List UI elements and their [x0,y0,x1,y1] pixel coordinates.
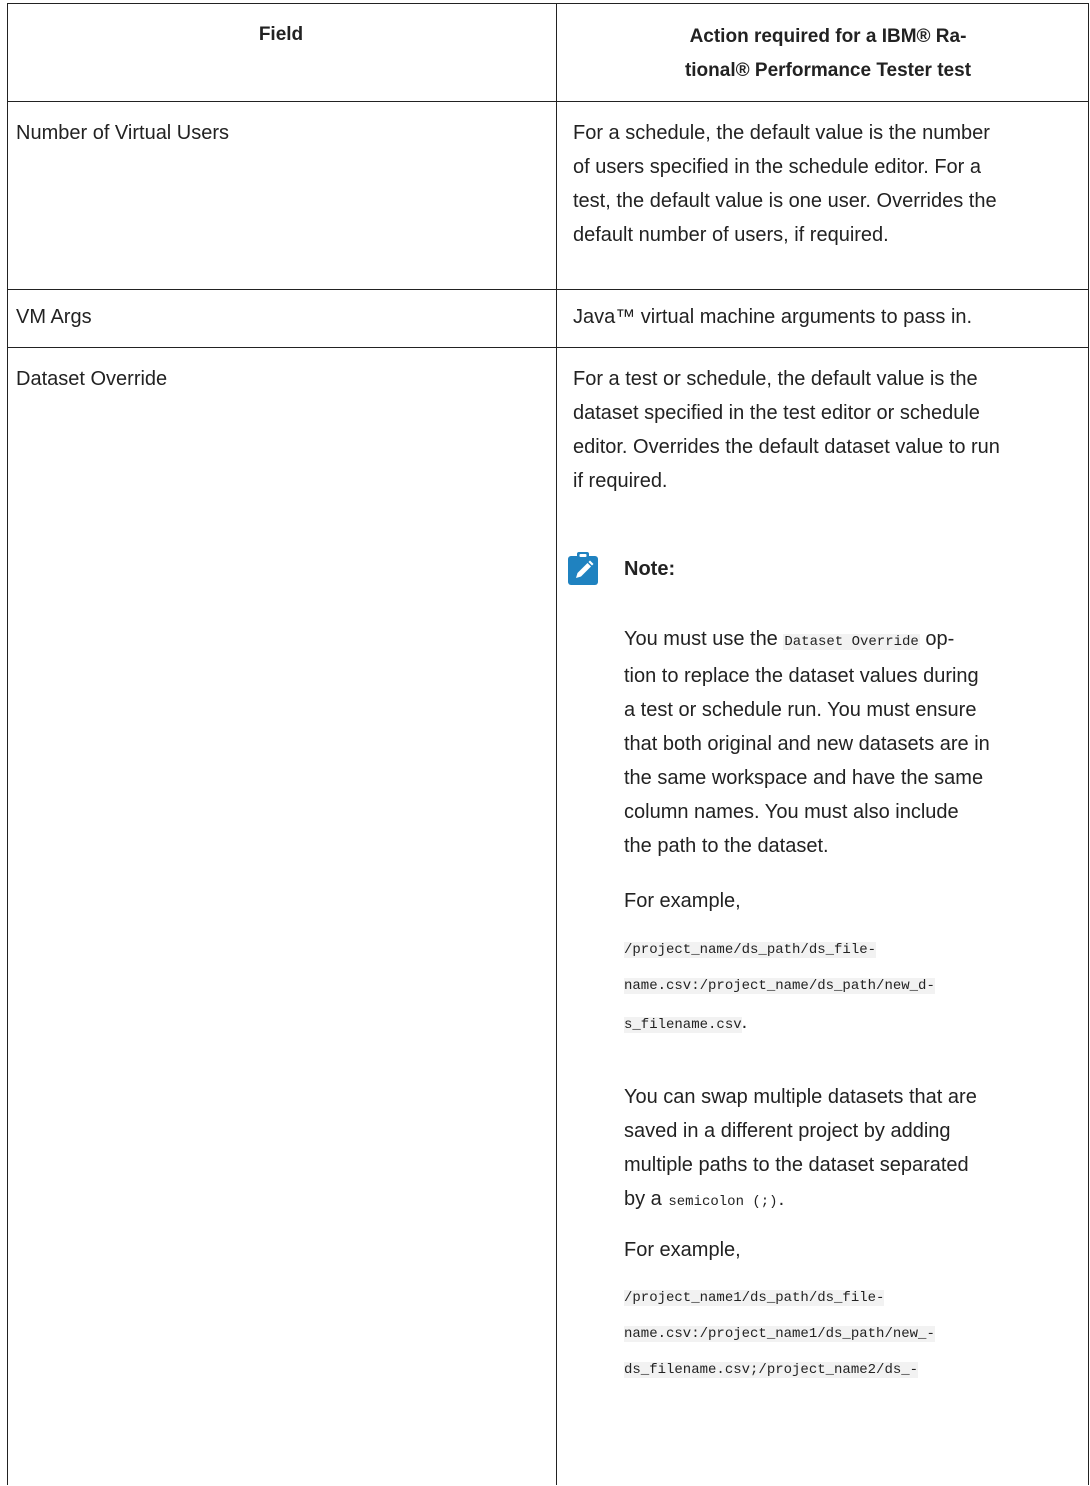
field-label: VM Args [16,306,92,328]
inline-code: semicolon (;) [668,1194,778,1210]
note-line: by a semicolon (;). [624,1182,1072,1219]
note-paragraph: You can swap multiple datasets that are … [624,1080,1072,1219]
action-line: test, the default value is one user. Ove… [573,190,997,212]
note-line: a test or schedule run. You must ensure [624,699,977,721]
row-action: For a schedule, the default value is the… [573,116,1083,252]
example-code-block: /project_name1/ds_path/ds_file- name.csv… [624,1280,1072,1388]
action-line: if required. [573,470,668,492]
code-line: name.csv:/project_name/ds_path/new_d- [624,968,1072,1004]
action-line: default number of users, if required. [573,224,889,246]
action-line: For a test or schedule, the default valu… [573,368,978,390]
code-line: ds_filename.csv;/project_name2/ds_- [624,1352,1072,1388]
row-field: VM Args [16,300,546,334]
note-text: by a [624,1188,668,1210]
code-text: ds_filename.csv;/project_name2/ds_- [624,1362,919,1378]
note-line: tion to replace the dataset values durin… [624,665,979,687]
example-label: For example, [624,1233,1072,1267]
example-code-block: /project_name/ds_path/ds_file- name.csv:… [624,932,1072,1040]
header-field: Field [16,18,546,52]
table-header-row: Field Action required for a IBM® Ra- tio… [8,4,1088,102]
header-action-line2: tional® Performance Tester test [684,60,972,81]
code-text: /project_name1/ds_path/ds_file- [624,1290,885,1306]
note-text: . [778,1188,785,1210]
example-label: For example, [624,884,1072,918]
table-row: VM Args Java™ virtual machine arguments … [8,290,1088,348]
action-line: Java™ virtual machine arguments to pass … [573,306,973,328]
note-header: Note: [565,551,965,587]
row-field: Number of Virtual Users [16,116,546,150]
note-line: multiple paths to the dataset separated [624,1154,969,1176]
inline-code: Dataset Override [783,634,920,650]
header-action-line1: Action required for a IBM® Ra- [689,26,967,47]
code-line: s_filename.csv. [624,1004,1072,1040]
field-label: Number of Virtual Users [16,122,230,144]
example-label-text: For example, [624,1239,741,1261]
note-line: the path to the dataset. [624,835,829,857]
pencil-note-icon [568,552,598,585]
table-row: Number of Virtual Users For a schedule, … [8,102,1088,290]
row-action: Java™ virtual machine arguments to pass … [573,300,1083,334]
code-text: s_filename.csv [624,1017,742,1033]
note-line: column names. You must also include [624,801,959,823]
note-line: that both original and new datasets are … [624,733,990,755]
note-paragraph: You must use the Dataset Override op- ti… [624,622,1072,863]
code-line: /project_name1/ds_path/ds_file- [624,1280,1072,1316]
action-line: editor. Overrides the default dataset va… [573,436,1000,458]
note-line: You can swap multiple datasets that are [624,1086,977,1108]
code-line: name.csv:/project_name1/ds_path/new_- [624,1316,1072,1352]
action-line: For a schedule, the default value is the… [573,122,990,144]
row-action: For a test or schedule, the default valu… [573,362,1083,498]
note-line: saved in a different project by adding [624,1120,951,1142]
note-text: op- [919,628,955,650]
code-suffix: . [741,1011,748,1033]
code-text: name.csv:/project_name/ds_path/new_d- [624,978,935,994]
action-line: dataset specified in the test editor or … [573,402,980,424]
note-title: Note: [624,558,676,580]
header-action: Action required for a IBM® Ra- tional® P… [573,20,1083,88]
code-line: /project_name/ds_path/ds_file- [624,932,1072,968]
action-line: of users specified in the schedule edito… [573,156,982,178]
note-line: the same workspace and have the same [624,767,984,789]
field-label: Dataset Override [16,368,168,390]
note-line: You must use the Dataset Override op- [624,622,1072,659]
code-text: name.csv:/project_name1/ds_path/new_- [624,1326,935,1342]
note-text: You must use the [624,628,784,650]
code-text: /project_name/ds_path/ds_file- [624,942,877,958]
example-label-text: For example, [624,890,741,912]
row-field: Dataset Override [16,362,546,396]
header-field-label: Field [258,24,304,45]
